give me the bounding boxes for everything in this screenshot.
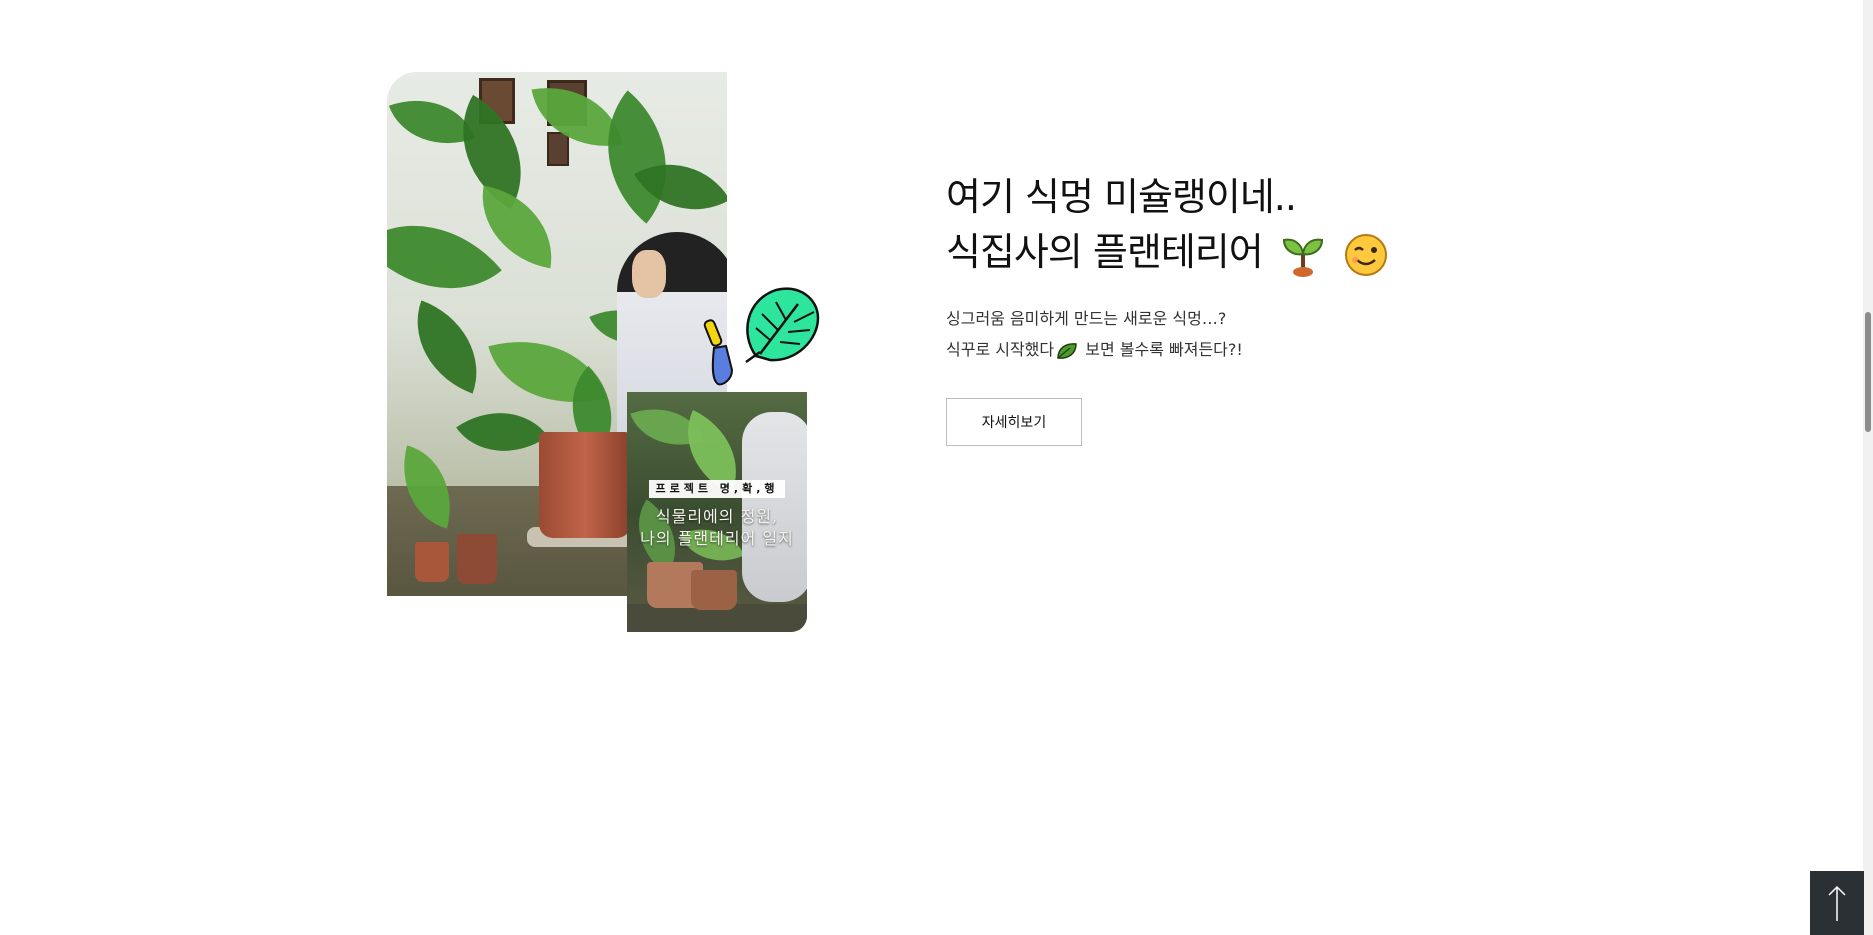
monstera-leaf-sticker: [745, 287, 820, 364]
title-line-1: 여기 식멍 미슐랭이네..: [946, 175, 1297, 219]
desc-line-2-end: 보면 볼수록 빠져든다?!: [1080, 340, 1243, 359]
title-line-2: 식집사의 플랜테리어: [946, 230, 1264, 274]
section-title: 여기 식멍 미슐랭이네.. 식집사의 플랜테리어: [946, 170, 1389, 280]
sprout-emoji-icon: [1282, 238, 1323, 277]
inset-caption-line2: 나의 플랜테리어 일지: [640, 529, 794, 548]
page: 프로젝트 명,확,행 식물리에의 정원, 나의 플랜테리어 일지 여기 식멍 미…: [0, 0, 1873, 935]
arrow-up-icon: [1828, 885, 1846, 921]
scrollbar-thumb[interactable]: [1865, 312, 1871, 432]
inset-caption: 식물리에의 정원, 나의 플랜테리어 일지: [627, 506, 807, 550]
leaf-icon: [1057, 342, 1077, 359]
section-description: 싱그러움 음미하게 만드는 새로운 식멍…? 식꾸로 시작했다 보면 볼수록 빠…: [946, 303, 1243, 365]
back-to-top-button[interactable]: [1810, 871, 1864, 935]
desc-line-1: 싱그러움 음미하게 만드는 새로운 식멍…?: [946, 309, 1227, 328]
inset-plant-photo: 프로젝트 명,확,행 식물리에의 정원, 나의 플랜테리어 일지: [627, 392, 807, 632]
trowel-sticker: [703, 319, 734, 386]
wink-emoji-icon: [1344, 233, 1387, 276]
desc-line-2-start: 식꾸로 시작했다: [946, 340, 1055, 359]
vertical-scrollbar[interactable]: [1863, 0, 1873, 935]
detail-button[interactable]: 자세히보기: [946, 398, 1082, 446]
inset-project-tag: 프로젝트 명,확,행: [649, 480, 785, 498]
inset-caption-line1: 식물리에의 정원,: [655, 507, 779, 526]
